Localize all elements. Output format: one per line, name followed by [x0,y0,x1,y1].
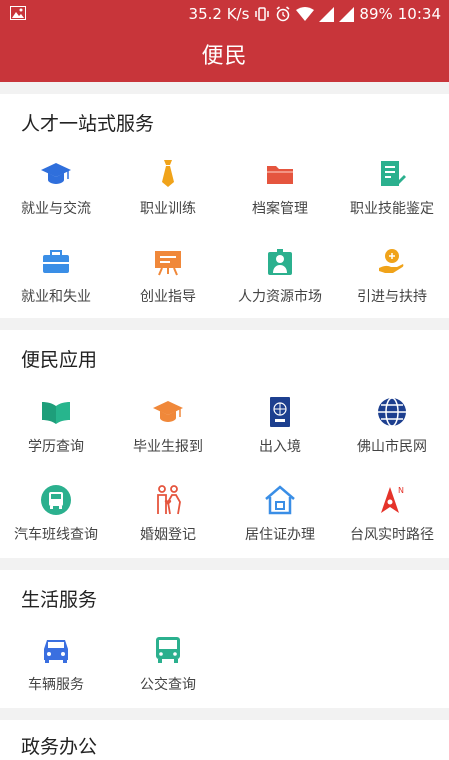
grid-item-label: 职业训练 [140,201,196,217]
bus-front-icon [152,634,184,666]
section-convenience-apps: 便民应用 学历查询 毕业生报到 出入境 佛山市民网 汽车班线查询 婚姻登记 居住… [0,330,449,558]
person-id-icon [264,246,296,278]
grid-item-residence-permit[interactable]: 居住证办理 [224,484,336,564]
grid-item-typhoon-track[interactable]: N 台风实时路径 [336,484,448,564]
presentation-board-icon [152,246,184,278]
section-government-office: 政务办公 [0,720,449,760]
grid-item-label: 创业指导 [140,289,196,305]
grid-item-label: 引进与扶持 [357,289,427,305]
document-edit-icon [376,158,408,190]
signal-icon [319,6,335,22]
graduation-cap-icon [152,396,184,428]
section-talent-services: 人才一站式服务 就业与交流 职业训练 档案管理 职业技能鉴定 就业和失业 创业指… [0,94,449,318]
section-title: 生活服务 [21,589,98,611]
grid-item-label: 人力资源市场 [238,289,322,305]
gallery-notification-icon [10,6,26,20]
grid-item-label: 就业和失业 [21,289,91,305]
couple-icon [152,484,184,516]
grid-item-label: 出入境 [259,439,301,455]
page-title: 便民 [201,44,248,69]
grid-item-label: 就业与交流 [21,201,91,217]
signal-icon-2 [339,6,355,22]
grid-item-archive-management[interactable]: 档案管理 [224,158,336,238]
alarm-icon [275,6,291,22]
grid-item-bus-query[interactable]: 公交查询 [112,634,224,714]
grid-item-exit-entry[interactable]: 出入境 [224,396,336,476]
wifi-icon [296,7,315,21]
clock-time: 10:34 [397,5,441,23]
briefcase-icon [40,246,72,278]
car-icon [40,634,72,666]
passport-icon [264,396,296,428]
grid-item-coach-line-query[interactable]: 汽车班线查询 [0,484,112,564]
grid-item-label: 档案管理 [252,201,308,217]
battery-level: 89% [359,5,393,23]
grid-item-label: 学历查询 [28,439,84,455]
open-book-icon [40,396,72,428]
grid-item-hr-market[interactable]: 人力资源市场 [224,246,336,326]
grid-item-introduction-support[interactable]: 引进与扶持 [336,246,448,326]
grid-item-label: 居住证办理 [245,527,315,543]
grid-item-label: 婚姻登记 [140,527,196,543]
grid-item-label: 职业技能鉴定 [350,201,434,217]
grid-item-vocational-training[interactable]: 职业训练 [112,158,224,238]
grid-item-marriage-registration[interactable]: 婚姻登记 [112,484,224,564]
hand-support-icon [376,246,408,278]
grid-item-label: 台风实时路径 [350,527,434,543]
grid-item-label: 毕业生报到 [133,439,203,455]
app-bar: 便民 [0,28,449,82]
grid-item-vehicle-services[interactable]: 车辆服务 [0,634,112,714]
grid-item-label: 汽车班线查询 [14,527,98,543]
graduation-cap-icon [40,158,72,190]
section-life-services: 生活服务 车辆服务 公交查询 [0,570,449,708]
grid-item-label: 车辆服务 [28,677,84,693]
grid-item-graduate-registration[interactable]: 毕业生报到 [112,396,224,476]
folder-icon [264,158,296,190]
necktie-icon [152,158,184,190]
grid-item-education-query[interactable]: 学历查询 [0,396,112,476]
grid-item-label: 公交查询 [140,677,196,693]
globe-icon [376,396,408,428]
grid-item-employment-unemployment[interactable]: 就业和失业 [0,246,112,326]
vibrate-icon [254,6,270,22]
grid-item-entrepreneurship-guidance[interactable]: 创业指导 [112,246,224,326]
status-bar: 35.2 K/s 89% 10:34 [0,0,449,28]
grid-item-label: 佛山市民网 [357,439,427,455]
bus-circle-icon [40,484,72,516]
network-speed: 35.2 K/s [188,5,250,23]
section-title: 便民应用 [21,349,98,371]
house-icon [264,484,296,516]
section-title: 人才一站式服务 [21,113,155,135]
svg-text:N: N [398,486,404,495]
grid-item-skill-appraisal[interactable]: 职业技能鉴定 [336,158,448,238]
grid-item-employment-exchange[interactable]: 就业与交流 [0,158,112,238]
grid-item-foshan-citizen-web[interactable]: 佛山市民网 [336,396,448,476]
compass-north-icon: N [376,484,408,516]
